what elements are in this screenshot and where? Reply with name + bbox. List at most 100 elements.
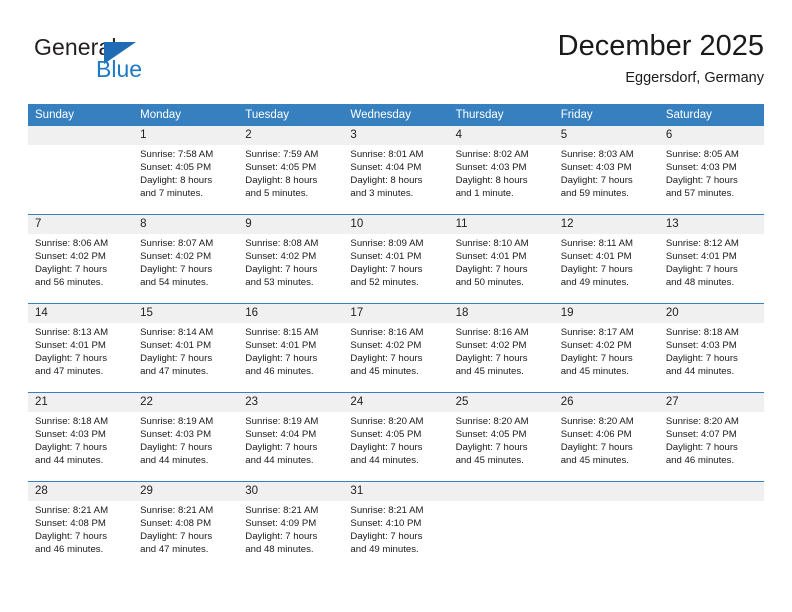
calendar-day-cell[interactable]: 15 Sunrise: 8:14 AM Sunset: 4:01 PM Dayligh… [133, 303, 239, 393]
sunset-text: Sunset: 4:01 PM [140, 340, 212, 352]
day-details: Sunrise: 8:01 AM Sunset: 4:04 PM Daylight:… [343, 145, 448, 200]
daylight-text-line2: and 53 minutes. [245, 277, 314, 289]
daylight-text-line2: and 45 minutes. [455, 455, 524, 467]
daylight-text-line2: and 44 minutes. [350, 455, 419, 467]
daylight-text-line1: Daylight: 7 hours [665, 175, 738, 187]
calendar-day-cell[interactable]: 4 Sunrise: 8:02 AM Sunset: 4:03 PM Daylight… [448, 126, 554, 215]
day-details: Sunrise: 8:12 AM Sunset: 4:01 PM Daylight:… [659, 234, 764, 289]
calendar-day-cell[interactable]: 11 Sunrise: 8:10 AM Sunset: 4:01 PM Dayligh… [448, 214, 554, 304]
calendar-day-cell[interactable]: 2 Sunrise: 7:59 AM Sunset: 4:05 PM Daylight… [238, 126, 344, 215]
calendar-day-cell[interactable]: 29 Sunrise: 8:21 AM Sunset: 4:08 PM Dayligh… [133, 481, 239, 570]
sunrise-text: Sunrise: 8:10 AM [455, 238, 529, 249]
day-number: 1 [133, 126, 239, 145]
sunset-text: Sunset: 4:08 PM [140, 518, 212, 530]
day-number: 8 [133, 215, 239, 234]
day-cell-content: 11 Sunrise: 8:10 AM Sunset: 4:01 PM Dayligh… [448, 215, 554, 303]
daylight-text-line2: and 49 minutes. [560, 277, 629, 289]
daylight-text-line1: Daylight: 8 hours [140, 175, 213, 187]
calendar-day-cell[interactable]: 30 Sunrise: 8:21 AM Sunset: 4:09 PM Dayligh… [238, 481, 344, 570]
calendar-day-cell[interactable]: 12 Sunrise: 8:11 AM Sunset: 4:01 PM Dayligh… [553, 214, 659, 304]
daylight-text-line1: Daylight: 7 hours [560, 442, 633, 454]
day-details: Sunrise: 8:11 AM Sunset: 4:01 PM Daylight:… [554, 234, 659, 289]
day-number: 21 [28, 393, 134, 412]
calendar-day-cell[interactable]: 10 Sunrise: 8:09 AM Sunset: 4:01 PM Dayligh… [343, 214, 449, 304]
general-blue-logo[interactable]: General Blue [34, 34, 244, 90]
day-cell-content: 24 Sunrise: 8:20 AM Sunset: 4:05 PM Dayligh… [343, 393, 449, 481]
daylight-text-line2: and 47 minutes. [140, 544, 209, 556]
day-cell-content: 5 Sunrise: 8:03 AM Sunset: 4:03 PM Daylight… [553, 126, 659, 214]
calendar-day-cell[interactable]: 8 Sunrise: 8:07 AM Sunset: 4:02 PM Daylight… [133, 214, 239, 304]
sunset-text: Sunset: 4:02 PM [245, 251, 317, 263]
calendar-day-cell[interactable]: 1 Sunrise: 7:58 AM Sunset: 4:05 PM Daylight… [133, 126, 239, 215]
day-number [658, 482, 764, 501]
sunset-text: Sunset: 4:07 PM [665, 429, 737, 441]
calendar-day-cell[interactable]: 23 Sunrise: 8:19 AM Sunset: 4:04 PM Dayligh… [238, 392, 344, 482]
calendar-day-cell[interactable]: 17 Sunrise: 8:16 AM Sunset: 4:02 PM Dayligh… [343, 303, 449, 393]
weekday-header-saturday: Saturday [658, 104, 764, 126]
calendar-day-cell[interactable]: 20 Sunrise: 8:18 AM Sunset: 4:03 PM Dayligh… [658, 303, 764, 393]
calendar-day-cell[interactable]: 26 Sunrise: 8:20 AM Sunset: 4:06 PM Dayligh… [553, 392, 659, 482]
day-details: Sunrise: 7:58 AM Sunset: 4:05 PM Daylight:… [133, 145, 238, 200]
day-cell-content: 22 Sunrise: 8:19 AM Sunset: 4:03 PM Dayligh… [133, 393, 239, 481]
day-cell-content [28, 126, 134, 214]
day-number: 4 [448, 126, 554, 145]
calendar-day-cell-empty [658, 481, 764, 570]
calendar-day-cell[interactable]: 9 Sunrise: 8:08 AM Sunset: 4:02 PM Daylight… [238, 214, 344, 304]
daylight-text-line2: and 52 minutes. [350, 277, 419, 289]
daylight-text-line2: and 56 minutes. [35, 277, 104, 289]
calendar-day-cell[interactable]: 6 Sunrise: 8:05 AM Sunset: 4:03 PM Daylight… [658, 126, 764, 215]
daylight-text-line1: Daylight: 7 hours [350, 442, 423, 454]
sunrise-text: Sunrise: 8:09 AM [350, 238, 424, 249]
sunrise-text: Sunrise: 8:17 AM [560, 327, 634, 338]
sunset-text: Sunset: 4:08 PM [35, 518, 106, 530]
calendar-page: General Blue December 2025 Eggersdorf, G… [0, 0, 792, 612]
day-cell-content: 31 Sunrise: 8:21 AM Sunset: 4:10 PM Dayligh… [343, 482, 449, 570]
day-number: 28 [28, 482, 134, 501]
day-number [28, 126, 134, 145]
day-number: 30 [238, 482, 344, 501]
day-cell-content: 6 Sunrise: 8:05 AM Sunset: 4:03 PM Daylight… [658, 126, 764, 214]
sunrise-text: Sunrise: 8:20 AM [455, 416, 529, 427]
calendar-day-cell[interactable]: 14 Sunrise: 8:13 AM Sunset: 4:01 PM Dayligh… [28, 303, 134, 393]
sunset-text: Sunset: 4:03 PM [560, 162, 632, 174]
day-details: Sunrise: 8:21 AM Sunset: 4:10 PM Daylight:… [343, 501, 448, 556]
daylight-text-line1: Daylight: 7 hours [245, 353, 318, 365]
logo-text-blue: Blue [96, 56, 143, 82]
sunset-text: Sunset: 4:02 PM [35, 251, 106, 263]
day-number: 14 [28, 304, 134, 323]
calendar-day-cell[interactable]: 5 Sunrise: 8:03 AM Sunset: 4:03 PM Daylight… [553, 126, 659, 215]
sunset-text: Sunset: 4:01 PM [560, 251, 632, 263]
calendar-day-cell[interactable]: 13 Sunrise: 8:12 AM Sunset: 4:01 PM Dayligh… [658, 214, 764, 304]
day-details: Sunrise: 8:18 AM Sunset: 4:03 PM Daylight:… [28, 412, 133, 467]
sunset-text: Sunset: 4:05 PM [455, 429, 527, 441]
calendar-week-row: 21 Sunrise: 8:18 AM Sunset: 4:03 PM Dayligh… [28, 392, 764, 482]
day-cell-content: 7 Sunrise: 8:06 AM Sunset: 4:02 PM Daylight… [28, 215, 134, 303]
day-cell-content: 28 Sunrise: 8:21 AM Sunset: 4:08 PM Dayligh… [28, 482, 134, 570]
calendar-day-cell[interactable]: 7 Sunrise: 8:06 AM Sunset: 4:02 PM Daylight… [28, 214, 134, 304]
calendar-day-cell[interactable]: 31 Sunrise: 8:21 AM Sunset: 4:10 PM Dayligh… [343, 481, 449, 570]
day-number: 20 [658, 304, 764, 323]
calendar-day-cell[interactable]: 21 Sunrise: 8:18 AM Sunset: 4:03 PM Dayligh… [28, 392, 134, 482]
daylight-text-line1: Daylight: 7 hours [665, 442, 738, 454]
calendar-day-cell[interactable]: 22 Sunrise: 8:19 AM Sunset: 4:03 PM Dayligh… [133, 392, 239, 482]
sunrise-text: Sunrise: 8:14 AM [140, 327, 214, 338]
calendar-day-cell[interactable]: 3 Sunrise: 8:01 AM Sunset: 4:04 PM Daylight… [343, 126, 449, 215]
day-cell-content: 3 Sunrise: 8:01 AM Sunset: 4:04 PM Daylight… [343, 126, 449, 214]
day-number: 26 [553, 393, 659, 412]
sunrise-text: Sunrise: 8:05 AM [665, 149, 739, 160]
calendar-day-cell[interactable]: 19 Sunrise: 8:17 AM Sunset: 4:02 PM Dayligh… [553, 303, 659, 393]
day-details: Sunrise: 8:03 AM Sunset: 4:03 PM Daylight:… [554, 145, 659, 200]
daylight-text-line1: Daylight: 7 hours [350, 531, 423, 543]
sunrise-text: Sunrise: 8:15 AM [245, 327, 319, 338]
daylight-text-line1: Daylight: 7 hours [245, 264, 318, 276]
calendar-day-cell[interactable]: 24 Sunrise: 8:20 AM Sunset: 4:05 PM Dayligh… [343, 392, 449, 482]
weekday-header-monday: Monday [133, 104, 239, 126]
calendar-day-cell[interactable]: 28 Sunrise: 8:21 AM Sunset: 4:08 PM Dayligh… [28, 481, 134, 570]
calendar-day-cell[interactable]: 18 Sunrise: 8:16 AM Sunset: 4:02 PM Dayligh… [448, 303, 554, 393]
day-cell-content: 1 Sunrise: 7:58 AM Sunset: 4:05 PM Daylight… [133, 126, 239, 214]
calendar-day-cell[interactable]: 25 Sunrise: 8:20 AM Sunset: 4:05 PM Dayligh… [448, 392, 554, 482]
daylight-text-line2: and 45 minutes. [560, 366, 629, 378]
calendar-day-cell[interactable]: 16 Sunrise: 8:15 AM Sunset: 4:01 PM Dayligh… [238, 303, 344, 393]
calendar-day-cell[interactable]: 27 Sunrise: 8:20 AM Sunset: 4:07 PM Dayligh… [658, 392, 764, 482]
sunrise-text: Sunrise: 8:21 AM [140, 505, 214, 516]
